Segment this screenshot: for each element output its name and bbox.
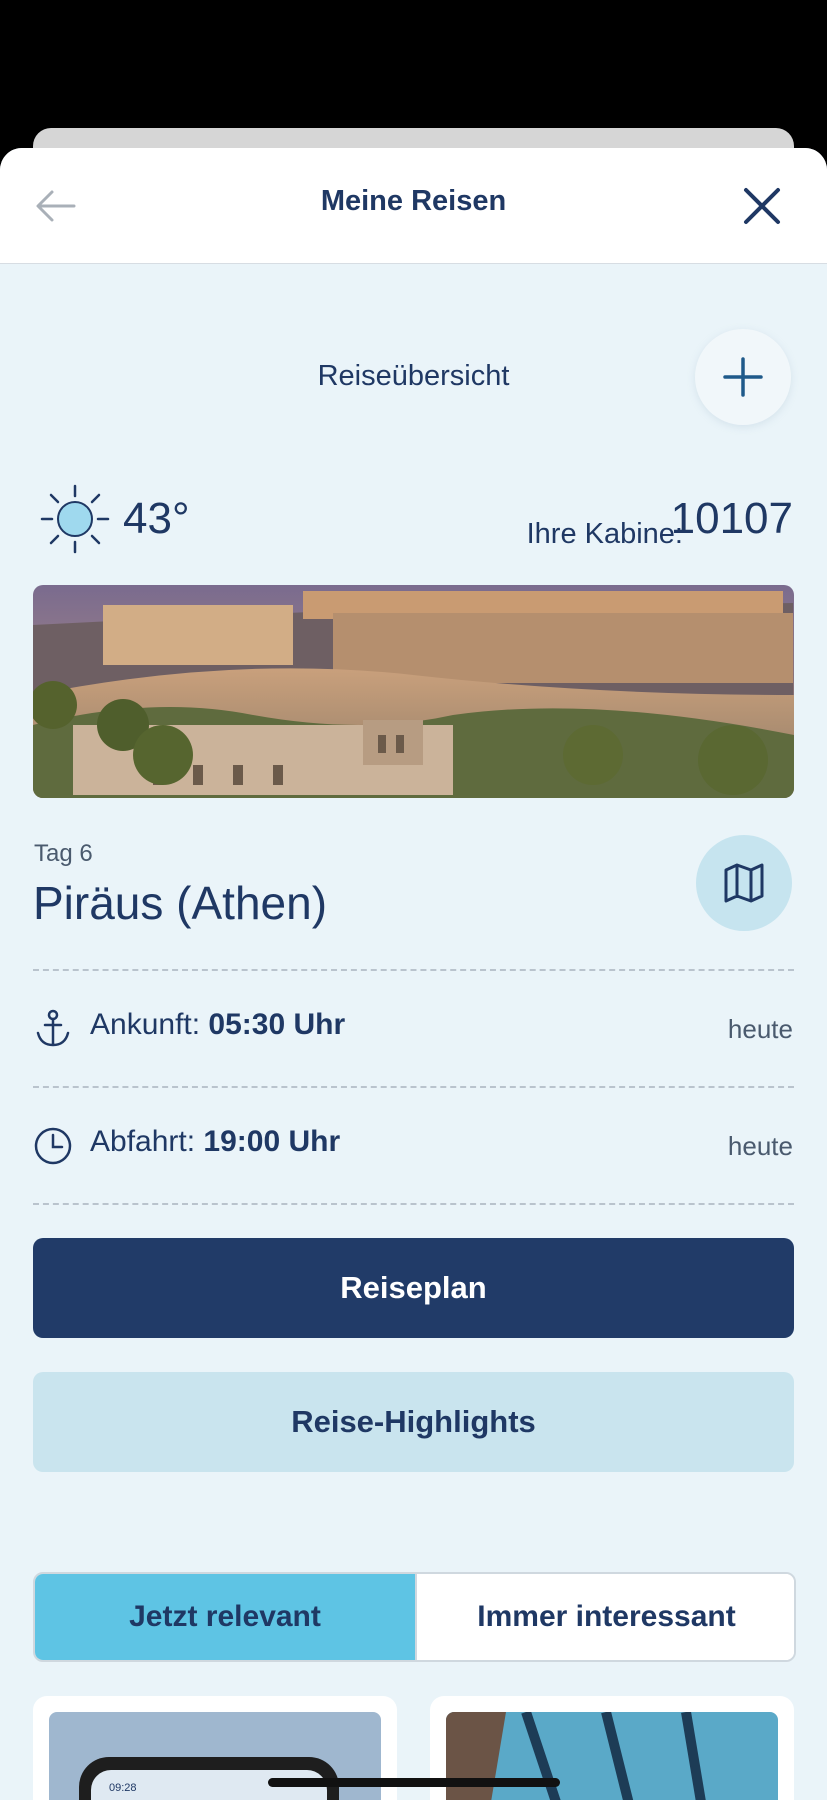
divider [33, 969, 794, 971]
divider [33, 1203, 794, 1205]
home-indicator [268, 1778, 560, 1787]
day-label: Tag 6 [34, 840, 93, 867]
map-button[interactable] [696, 835, 792, 931]
departure-day: heute [727, 1131, 793, 1161]
departure-time: 19:00 Uhr [203, 1125, 341, 1158]
cabin-label: Ihre Kabine: [526, 518, 683, 550]
departure-label: Abfahrt: [90, 1125, 196, 1158]
clock-icon [34, 1127, 72, 1165]
arrival-label: Ankunft: [90, 1008, 201, 1041]
arrival-day: heute [727, 1014, 793, 1044]
destination-photo [33, 585, 794, 798]
port-name: Piräus (Athen) [33, 877, 328, 929]
highlights-button[interactable]: Reise-Highlights [33, 1372, 794, 1472]
arrival-row: Ankunft: 05:30 Uhr [90, 1008, 345, 1042]
arrival-time: 05:30 Uhr [208, 1008, 346, 1041]
phone-clock: 09:28 [109, 1782, 137, 1794]
anchor-icon [36, 1009, 70, 1047]
cabin-number: 10107 [670, 494, 793, 543]
divider [33, 1086, 794, 1088]
page-title: Meine Reisen [320, 185, 507, 217]
plus-icon [723, 357, 763, 397]
content-tabs: Jetzt relevant Immer interessant [33, 1572, 796, 1662]
close-button[interactable] [740, 184, 784, 228]
trip-sheet: Meine Reisen Reiseübersicht 43° Ihre Kab… [0, 148, 827, 1800]
itinerary-button[interactable]: Reiseplan [33, 1238, 794, 1338]
tab-jetzt-relevant[interactable]: Jetzt relevant [35, 1574, 415, 1660]
tab-immer-interessant[interactable]: Immer interessant [415, 1574, 794, 1660]
sun-icon [40, 484, 110, 554]
temperature: 43° [123, 494, 190, 543]
add-trip-button[interactable] [695, 329, 791, 425]
close-icon [744, 188, 780, 224]
map-icon [724, 863, 764, 903]
top-bar: Meine Reisen [0, 148, 827, 264]
departure-row: Abfahrt: 19:00 Uhr [90, 1125, 340, 1159]
